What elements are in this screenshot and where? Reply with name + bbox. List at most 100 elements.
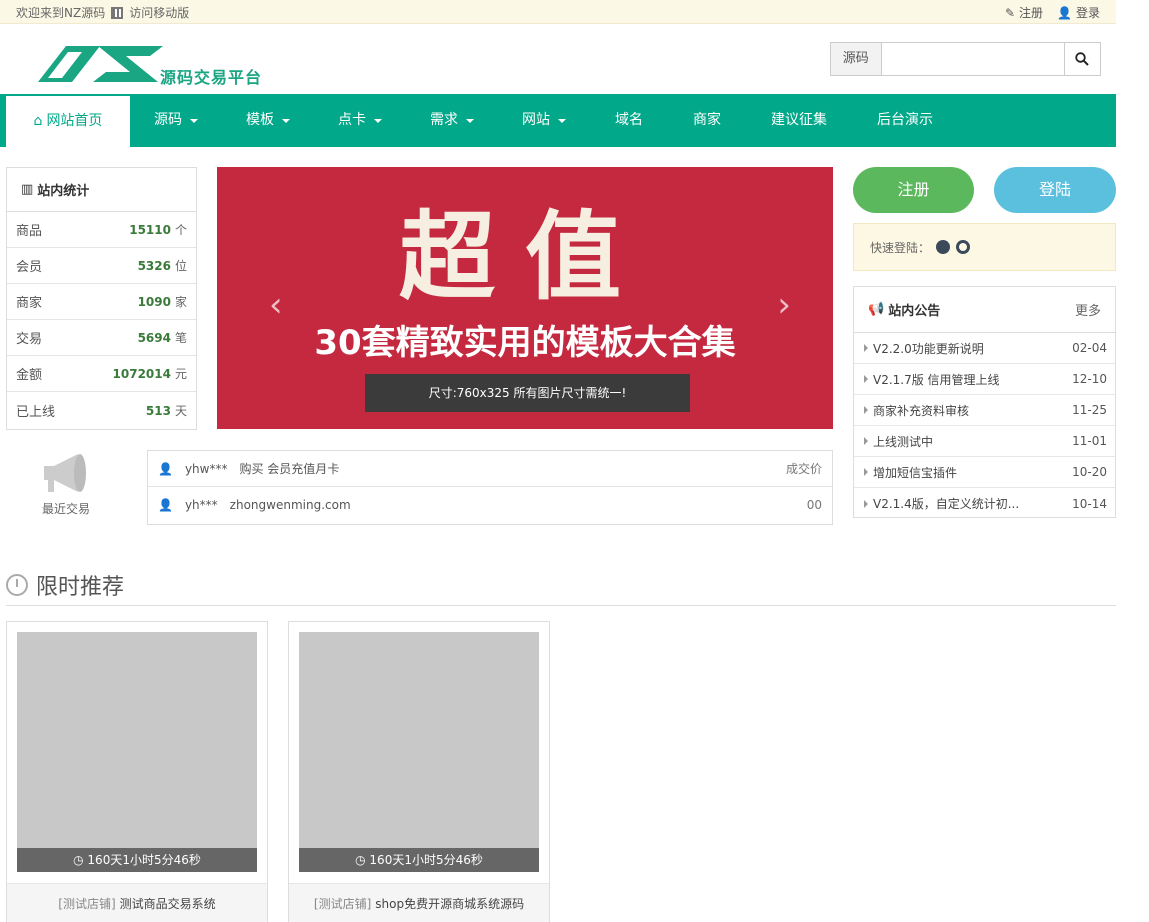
- qq-icon[interactable]: [936, 240, 951, 254]
- user-icon: 👤: [1057, 5, 1072, 20]
- notice-date: 02-04: [1072, 341, 1107, 355]
- notice-item[interactable]: 增加短信宝插件 10-20: [854, 457, 1115, 488]
- product-image[interactable]: [17, 632, 257, 872]
- register-link-label: 注册: [1019, 6, 1044, 20]
- nav-demand[interactable]: 需求: [406, 94, 498, 147]
- nav-merchant[interactable]: 商家: [668, 94, 746, 147]
- nav-admin-demo-label: 后台演示: [877, 112, 933, 128]
- stats-number: 1072014: [112, 367, 171, 381]
- site-stats-panel: ▥ 站内统计 商品 15110 个 会员 5326 位 商家 1090 家 交易 5694 笔 …: [6, 167, 197, 430]
- stats-value: 1072014 元: [113, 365, 187, 382]
- clock-icon: ◷: [355, 853, 366, 867]
- product-name: 测试商品交易系统: [119, 897, 216, 911]
- search-box: 源码: [830, 42, 1101, 76]
- notice-text: 上线测试中: [873, 434, 934, 449]
- notice-text: 商家补充资料审核: [873, 403, 970, 418]
- stats-label: 交易: [16, 332, 43, 347]
- notice-item[interactable]: V2.2.0功能更新说明 02-04: [854, 333, 1115, 364]
- nav-home[interactable]: ⌂ 网站首页: [6, 96, 130, 147]
- stats-row: 金额 1072014 元: [7, 356, 196, 392]
- search-button[interactable]: [1063, 43, 1100, 75]
- nz-logo[interactable]: [38, 42, 168, 86]
- nav-domain-label: 域名: [615, 112, 643, 128]
- nav-admin-demo[interactable]: 后台演示: [852, 94, 958, 147]
- stats-label: 已上线: [16, 404, 56, 420]
- quick-login: 快速登陆：: [853, 223, 1116, 271]
- announcement-icon: 📢: [868, 302, 885, 317]
- nav-domain[interactable]: 域名: [590, 94, 668, 147]
- clock-icon: ◷: [73, 853, 84, 867]
- stats-label: 会员: [16, 260, 43, 275]
- nav-source[interactable]: 源码: [130, 94, 222, 147]
- welcome-text: 欢迎来到NZ源码: [16, 6, 106, 20]
- product-card[interactable]: ◷ 160天1小时5分46秒 [测试店铺] 测试商品交易系统: [6, 621, 268, 922]
- search-icon: [1075, 52, 1089, 66]
- trade-desc[interactable]: 购买 会员充值月卡: [239, 460, 339, 477]
- banner-carousel[interactable]: 超值 30套精致实用的模板大合集 尺寸:760x325 所有图片尺寸需统一! ‹…: [217, 167, 833, 429]
- nav-website[interactable]: 网站: [498, 94, 590, 147]
- product-card[interactable]: ◷ 160天1小时5分46秒 [测试店铺] shop免费开源商城系统源码: [288, 621, 550, 922]
- stats-number: 1090: [137, 295, 171, 309]
- caret-down-icon: [282, 118, 290, 123]
- stats-unit: 天: [174, 403, 187, 418]
- triangle-right-icon: [864, 375, 868, 383]
- recent-trades-title: 最近交易: [41, 502, 90, 516]
- caret-down-icon: [374, 118, 382, 123]
- notice-date: 12-10: [1072, 372, 1107, 386]
- stats-value: 15110 个: [129, 221, 187, 238]
- nav-template[interactable]: 模板: [222, 94, 314, 147]
- carousel-prev-icon[interactable]: ‹: [269, 285, 283, 325]
- product-shop: [测试店铺]: [313, 897, 372, 911]
- product-footer[interactable]: [测试店铺] 测试商品交易系统: [7, 883, 267, 922]
- banner-headline: 超值: [399, 200, 651, 313]
- user-icon: 👤: [158, 498, 173, 512]
- search-category-select[interactable]: 源码: [831, 43, 882, 75]
- nav-suggestion[interactable]: 建议征集: [746, 94, 852, 147]
- notice-date: 10-20: [1072, 465, 1107, 479]
- triangle-right-icon: [864, 406, 868, 414]
- auth-buttons: 注册 登陆: [853, 167, 1116, 215]
- clock-icon: [6, 573, 28, 596]
- product-image[interactable]: [299, 632, 539, 872]
- recent-trades-label: 最近交易: [6, 450, 126, 520]
- register-link[interactable]: ✎ 注册: [1005, 4, 1043, 21]
- login-link[interactable]: 👤 登录: [1057, 4, 1100, 21]
- home-icon: ⌂: [33, 113, 43, 129]
- qr-code-icon: [111, 6, 124, 19]
- nav-template-label: 模板: [246, 112, 274, 128]
- notice-item[interactable]: V2.1.4版，自定义统计初... 10-14: [854, 488, 1115, 519]
- stats-unit: 元: [174, 367, 187, 381]
- carousel-next-icon[interactable]: ›: [777, 285, 791, 325]
- chart-icon: ▥: [21, 182, 34, 197]
- register-button[interactable]: 注册: [853, 167, 974, 213]
- search-input[interactable]: [881, 43, 1064, 75]
- trade-user: yhw***: [184, 461, 228, 476]
- nav-card[interactable]: 点卡: [314, 94, 406, 147]
- notice-item[interactable]: 上线测试中 11-01: [854, 426, 1115, 457]
- stats-number: 15110: [129, 223, 171, 237]
- stats-label: 商家: [16, 296, 43, 311]
- notice-item[interactable]: 商家补充资料审核 11-25: [854, 395, 1115, 426]
- caret-down-icon: [558, 118, 566, 123]
- stats-value: 1090 家: [138, 293, 187, 310]
- stats-value: 5694 笔: [138, 329, 187, 346]
- notice-item[interactable]: V2.1.7版 信用管理上线 12-10: [854, 364, 1115, 395]
- stats-value: 5326 位: [138, 257, 187, 274]
- product-timer-text: 160天1小时5分46秒: [369, 853, 483, 867]
- megaphone-icon: [44, 454, 86, 492]
- nav-suggestion-label: 建议征集: [771, 112, 827, 128]
- notice-text: V2.1.4版，自定义统计初...: [873, 497, 1020, 511]
- notice-panel: 📢 站内公告 更多 V2.2.0功能更新说明 02-04 V2.1.7版 信用管理…: [853, 286, 1116, 518]
- notice-more-link[interactable]: 更多: [1075, 300, 1101, 319]
- mobile-link[interactable]: 访问移动版: [129, 4, 189, 21]
- caret-down-icon: [190, 118, 198, 123]
- notice-date: 11-01: [1072, 434, 1107, 448]
- stats-row: 已上线 513 天: [7, 392, 196, 428]
- login-button[interactable]: 登陆: [994, 167, 1116, 213]
- triangle-right-icon: [864, 344, 868, 352]
- weibo-icon[interactable]: [956, 240, 971, 254]
- trade-desc[interactable]: zhongwenming.com: [230, 498, 351, 512]
- product-footer[interactable]: [测试店铺] shop免费开源商城系统源码: [289, 883, 549, 922]
- notice-title: 站内公告: [888, 304, 941, 319]
- stats-unit: 位: [174, 259, 187, 273]
